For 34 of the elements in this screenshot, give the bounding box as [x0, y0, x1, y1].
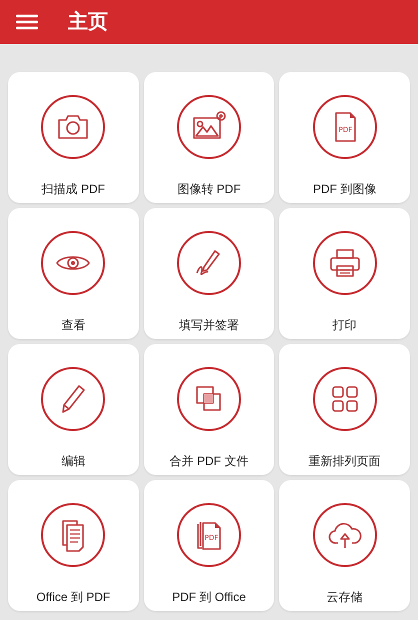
tool-label: 填写并签署	[178, 317, 239, 334]
tool-label: 编辑	[61, 453, 86, 470]
tool-label: 云存储	[326, 589, 363, 606]
tool-card[interactable]: 编辑	[8, 344, 139, 475]
tool-card[interactable]: 云存储	[279, 480, 410, 611]
tool-label: 图像转 PDF	[177, 181, 241, 198]
grid-icon	[332, 386, 358, 412]
tool-label: 合并 PDF 文件	[170, 453, 248, 470]
cloud-upload-icon	[328, 522, 362, 548]
tool-card[interactable]: Office 到 PDF	[8, 480, 139, 611]
menu-icon[interactable]	[16, 14, 38, 30]
pencil-icon	[62, 385, 86, 413]
tool-label: PDF 到图像	[312, 181, 376, 198]
tool-card[interactable]: 重新排列页面	[279, 344, 410, 475]
eye-icon	[56, 256, 90, 270]
camera-icon	[58, 115, 88, 139]
tool-card[interactable]: 填写并签署	[144, 208, 274, 339]
printer-icon	[330, 249, 360, 277]
tool-card[interactable]: 扫描成 PDF	[8, 72, 139, 203]
image-add-icon	[193, 111, 226, 139]
merge-squares-icon	[196, 386, 221, 411]
app-bar-title: 主页	[68, 10, 108, 35]
tool-card[interactable]: 图像转 PDF	[144, 72, 274, 203]
tool-label: PDF 到 Office	[172, 589, 246, 606]
tool-card[interactable]: 合并 PDF 文件	[144, 344, 274, 475]
tool-label: 打印	[332, 317, 357, 334]
tool-card[interactable]: 打印	[279, 208, 410, 339]
tool-card[interactable]: 查看	[8, 208, 139, 339]
pen-signature-icon	[196, 250, 220, 275]
tool-label: Office 到 PDF	[36, 589, 110, 606]
tool-label: 查看	[61, 317, 86, 334]
documents-icon	[62, 520, 84, 552]
tool-label: 重新排列页面	[308, 453, 381, 470]
tool-label: 扫描成 PDF	[42, 181, 105, 198]
